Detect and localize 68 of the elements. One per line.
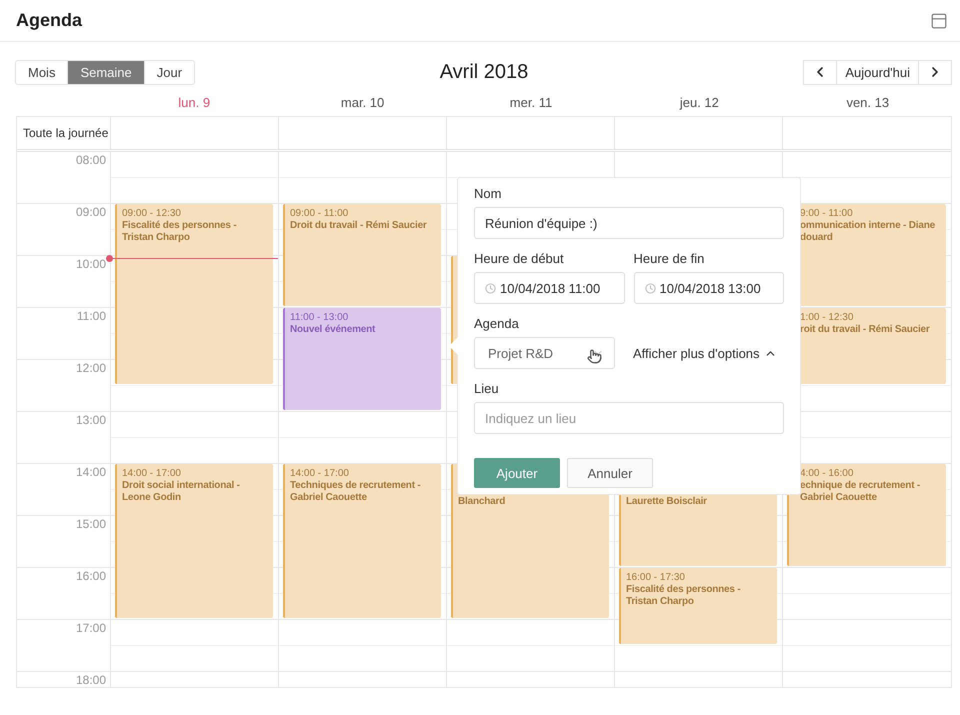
view-tab[interactable]: Semaine (67, 60, 145, 84)
event-time: 14:00 - 17:00 (122, 468, 181, 480)
event-time: 1:00 - 12:30 (800, 312, 854, 324)
field-label: Nom (474, 186, 502, 201)
all-day-label: Toute la journée (17, 117, 111, 149)
hour-label: 11:00 (76, 309, 106, 323)
start-time-field[interactable]: 10/04/2018 11:00 (474, 272, 624, 304)
hour-label: 10:00 (76, 257, 106, 271)
event-title: ommunication interne - Diane douard (800, 220, 935, 244)
today-button[interactable]: Aujourd'hui (836, 60, 919, 84)
calendar-event[interactable]: 09:00 - 12:30 Fiscalité des personnes - Tristan Charpo (115, 204, 273, 384)
event-title: Techniques de recrutement - Gabriel Caouette (290, 480, 421, 504)
field-label: Agenda (474, 316, 520, 331)
calendar-event[interactable]: 09:00 - 11:00 Droit du travail - Rémi Saucier (283, 204, 441, 306)
panel-icon[interactable] (930, 12, 948, 30)
previous-button[interactable] (803, 60, 838, 84)
hour-label: 17:00 (76, 621, 106, 635)
clock-icon (644, 282, 656, 294)
hour-label: 08:00 (76, 153, 106, 167)
event-title: echnique de recrutement - Gabriel Caouette (800, 480, 920, 504)
hour-label: 09:00 (76, 205, 106, 219)
name-field[interactable]: Réunion d'équipe :) (474, 207, 784, 239)
hour-label: 12:00 (76, 361, 106, 375)
event-time: 09:00 - 11:00 (290, 208, 348, 220)
event-time: 9:00 - 11:00 (800, 208, 853, 220)
day-header: mar. 10 (340, 95, 386, 110)
day-header: lun. 9 (177, 95, 212, 110)
event-title: Nouvel événement (290, 324, 376, 336)
view-tab[interactable]: Mois (15, 60, 68, 84)
field-label: Heure de fin (634, 251, 706, 266)
calendar-event[interactable]: 11:00 - 13:00 Nouvel événement (283, 308, 441, 410)
calendar-event[interactable]: 14:00 - 17:00 Techniques de recrutement - Gabriel Caouette (283, 464, 441, 618)
event-time: 16:00 - 17:30 (626, 572, 685, 584)
next-button[interactable] (918, 60, 952, 84)
month-title: Avril 2018 (440, 60, 528, 84)
clock-icon (485, 282, 496, 294)
event-title: Blanchard (458, 496, 506, 508)
agenda-select[interactable]: Projet R&D (474, 337, 615, 369)
field-label: Heure de début (474, 251, 565, 266)
event-time: 09:00 - 12:30 (122, 208, 181, 220)
view-tab[interactable]: Jour (144, 60, 196, 84)
hand-cursor-icon (587, 349, 602, 364)
hour-label: 16:00 (76, 569, 106, 583)
end-time-field[interactable]: 10/04/2018 13:00 (634, 272, 784, 304)
field-label: Lieu (474, 381, 500, 396)
cancel-button[interactable]: Annuler (567, 458, 653, 488)
hour-label: 18:00 (76, 673, 106, 687)
event-time: 11:00 - 13:00 (290, 312, 348, 324)
event-title: Fiscalité des personnes - Tristan Charpo (122, 220, 236, 244)
event-title: Droit social international - Leone Godin (122, 480, 240, 504)
hour-label: 13:00 (76, 413, 106, 427)
day-header: jeu. 12 (678, 95, 720, 110)
add-button[interactable]: Ajouter (474, 458, 560, 488)
place-field[interactable]: Indiquez un lieu (474, 402, 784, 434)
more-options-link[interactable]: Afficher plus d'options (633, 346, 777, 360)
day-header: ven. 13 (845, 95, 890, 110)
event-title: Fiscalité des personnes - Tristan Charpo (626, 584, 740, 608)
event-title: Laurette Boisclair (626, 496, 707, 508)
event-time: 14:00 - 17:00 (290, 468, 349, 480)
hour-label: 15:00 (76, 517, 106, 531)
day-header: mer. 11 (508, 95, 554, 110)
event-title: Droit du travail - Rémi Saucier (290, 220, 427, 232)
calendar-event[interactable]: 14:00 - 17:00 Droit social international - Leone Godin (115, 464, 273, 618)
page-title: Agenda (16, 10, 82, 31)
calendar-event[interactable]: 16:00 - 17:30 Fiscalité des personnes - Tristan Charpo (619, 568, 777, 644)
hour-label: 14:00 (76, 465, 106, 479)
calendar-event[interactable]: 4:00 - 16:00 echnique de recrutement - Gabriel Caouette (787, 464, 946, 566)
event-time: 4:00 - 16:00 (800, 468, 854, 480)
